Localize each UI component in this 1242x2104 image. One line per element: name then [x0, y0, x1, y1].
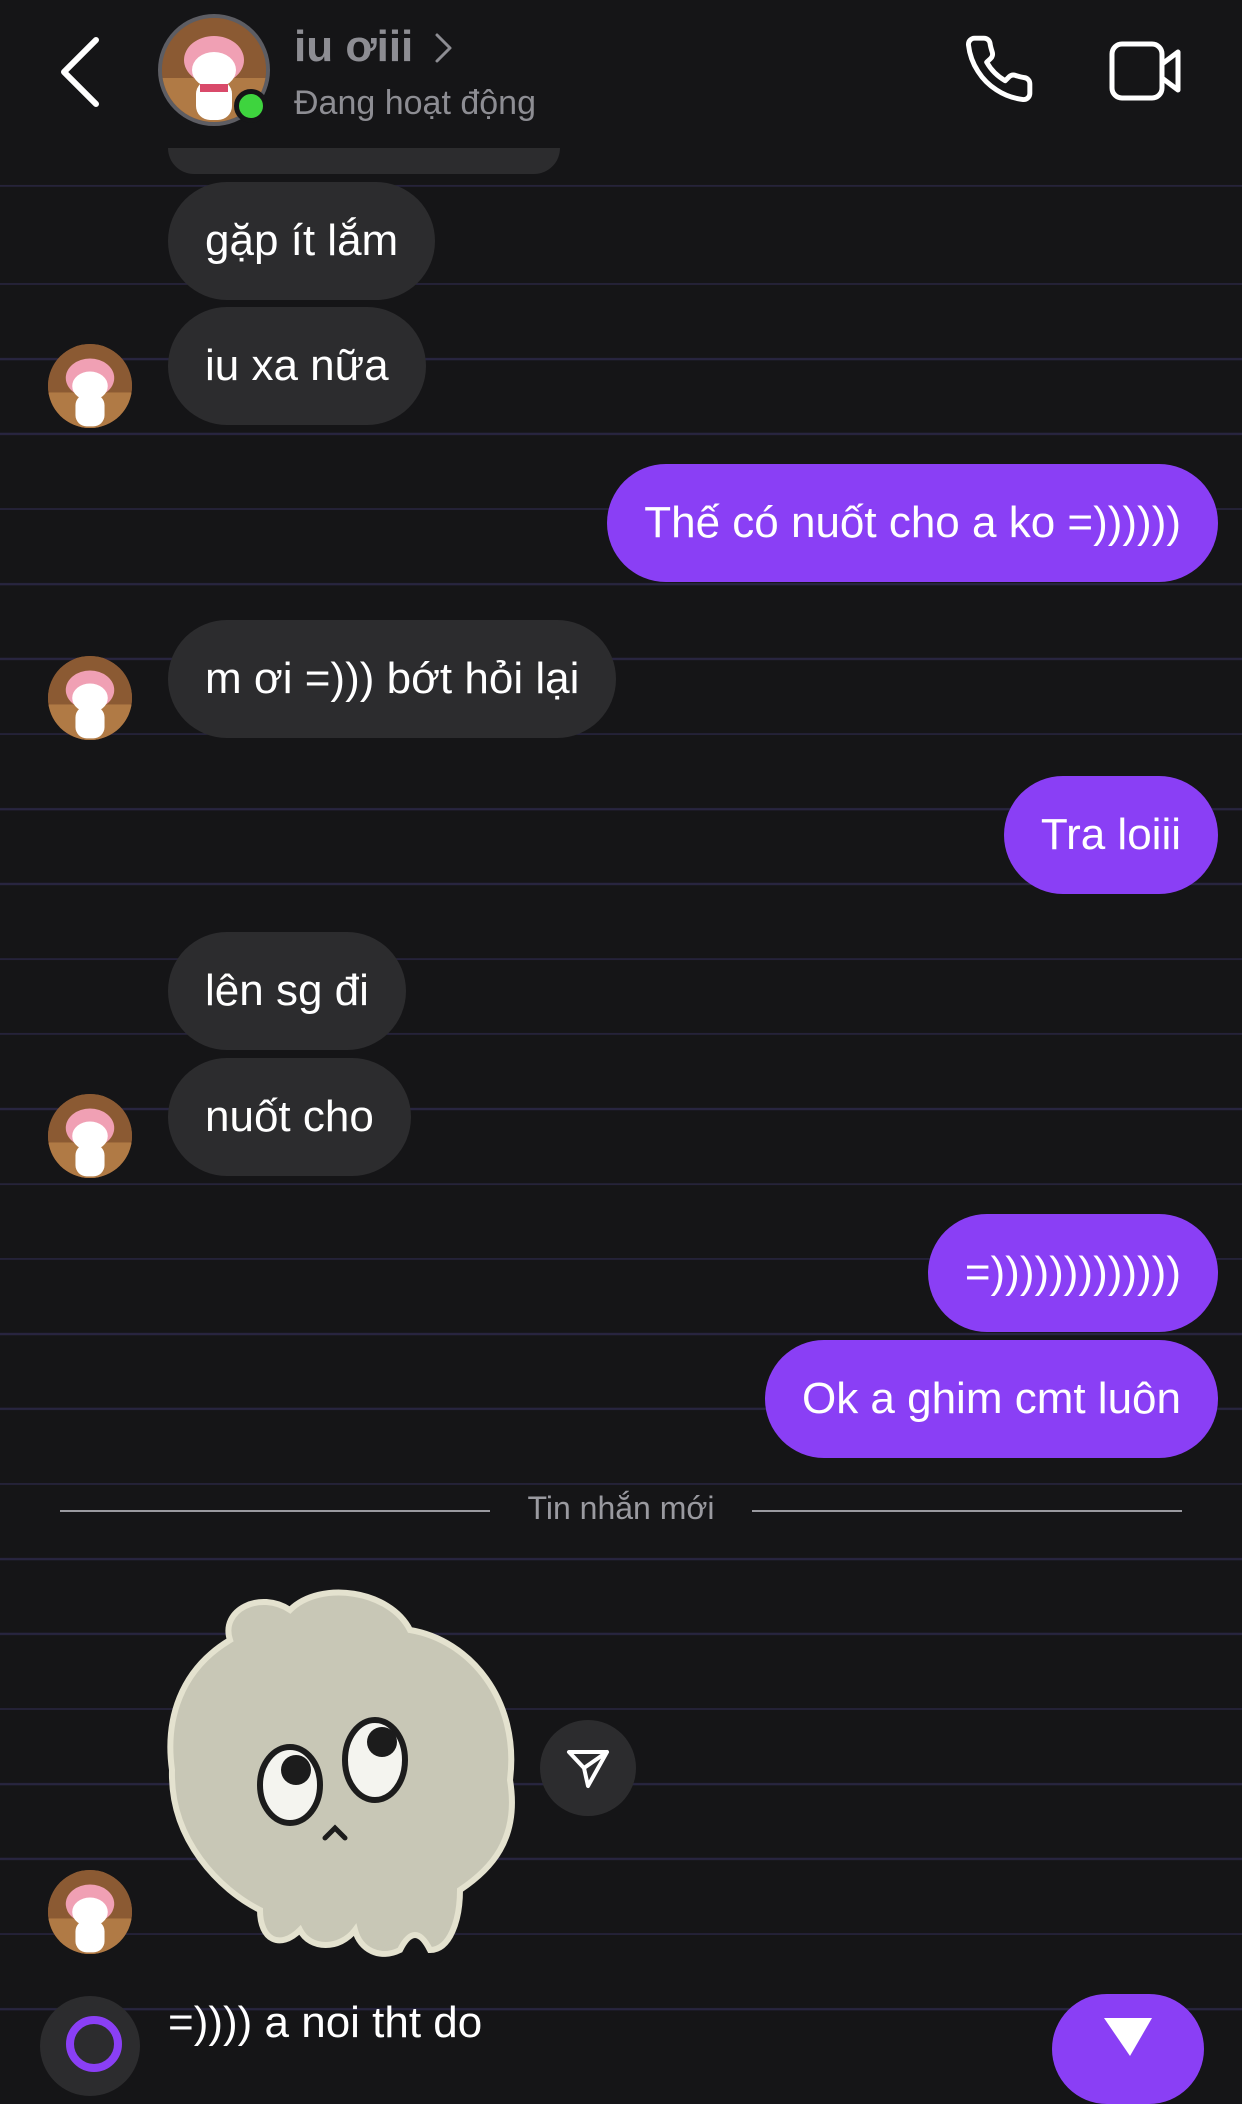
chevron-right-icon[interactable]: [432, 30, 456, 66]
share-sticker-button[interactable]: [540, 1720, 636, 1816]
new-messages-divider: Tin nhắn mới: [527, 1490, 715, 1526]
chat-header: iu ơiii Đang hoạt động: [0, 0, 1242, 150]
phone-icon: [966, 35, 1033, 102]
search-button[interactable]: [40, 1996, 140, 2096]
back-button[interactable]: [52, 32, 112, 112]
sender-avatar[interactable]: [48, 344, 132, 428]
send-icon: [1104, 2018, 1152, 2056]
incoming-message[interactable]: iu xa nữa: [168, 307, 426, 425]
skull-sticker-icon[interactable]: [160, 1570, 540, 1970]
search-icon: [66, 2016, 122, 2072]
outgoing-message[interactable]: =))))))))))))): [927, 1214, 1218, 1332]
incoming-message[interactable]: gặp ít lắm: [168, 182, 436, 300]
video-camera-icon: [1109, 41, 1181, 101]
contact-name[interactable]: iu ơiii: [294, 22, 413, 72]
message-composer: =)))) a noi tht do: [0, 1980, 1242, 2104]
paper-plane-icon: [567, 1750, 609, 1788]
incoming-message[interactable]: lên sg đi: [168, 932, 406, 1050]
previous-message-bubble[interactable]: [168, 148, 560, 174]
outgoing-message[interactable]: Ok a ghim cmt luôn: [764, 1340, 1218, 1458]
chevron-left-icon: [61, 37, 99, 107]
sender-avatar[interactable]: [48, 1870, 132, 1954]
outgoing-message[interactable]: Thế có nuốt cho a ko =)))))): [607, 464, 1218, 582]
online-dot-icon: [234, 89, 268, 123]
send-button[interactable]: [1052, 1994, 1204, 2104]
video-call-button[interactable]: [1108, 38, 1184, 104]
activity-status: Đang hoạt động: [294, 84, 536, 122]
voice-call-button[interactable]: [962, 32, 1036, 106]
sender-avatar[interactable]: [48, 656, 132, 740]
outgoing-message[interactable]: Tra loiii: [1003, 776, 1218, 894]
message-input[interactable]: =)))) a noi tht do: [168, 1996, 988, 2050]
incoming-message[interactable]: m ơi =))) bớt hỏi lại: [168, 620, 617, 738]
incoming-message[interactable]: nuốt cho: [168, 1058, 411, 1176]
sender-avatar[interactable]: [48, 1094, 132, 1178]
